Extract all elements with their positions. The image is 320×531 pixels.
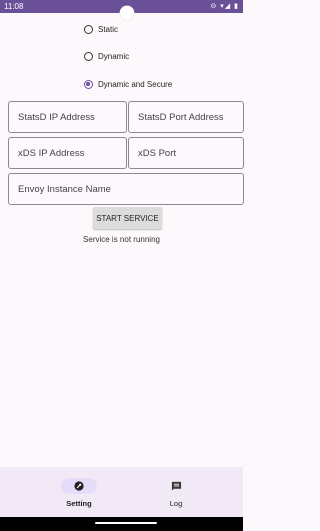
home-indicator[interactable] — [95, 522, 157, 524]
xds-port-field[interactable]: xDS Port — [128, 137, 244, 169]
statsd-port-placeholder: StatsD Port Address — [138, 111, 224, 123]
xds-port-placeholder: xDS Port — [138, 147, 177, 159]
statsd-ip-field[interactable]: StatsD IP Address — [8, 101, 127, 133]
service-status-text: Service is not running — [83, 235, 160, 244]
radio-static[interactable]: Static — [84, 22, 118, 36]
start-service-button[interactable]: START SERVICE — [93, 207, 162, 229]
envoy-name-field[interactable]: Envoy Instance Name — [8, 173, 244, 205]
radio-dynamic-secure[interactable]: Dynamic and Secure — [84, 77, 172, 91]
nav-indicator — [158, 478, 194, 494]
xds-ip-placeholder: xDS IP Address — [18, 147, 85, 159]
message-icon — [171, 481, 181, 491]
radio-label: Dynamic and Secure — [98, 79, 173, 89]
nav-indicator — [61, 478, 97, 494]
envoy-name-placeholder: Envoy Instance Name — [18, 183, 111, 195]
nav-label: Log — [169, 499, 183, 508]
xds-ip-field[interactable]: xDS IP Address — [8, 137, 127, 169]
statsd-port-field[interactable]: StatsD Port Address — [128, 101, 244, 133]
radio-label: Dynamic — [98, 51, 130, 61]
gesture-bar — [0, 517, 243, 531]
camera-cutout — [120, 6, 134, 20]
radio-dynamic[interactable]: Dynamic — [84, 49, 129, 63]
nav-label: Setting — [66, 499, 92, 508]
statsd-ip-placeholder: StatsD IP Address — [18, 111, 95, 123]
nav-item-setting[interactable]: Setting — [49, 467, 109, 517]
status-time: 11:08 — [4, 2, 24, 11]
wrench-icon — [74, 481, 84, 491]
radio-button-selected-icon — [84, 79, 93, 89]
radio-button-icon — [84, 24, 93, 34]
radio-label: Static — [98, 24, 119, 34]
status-icons: ⊝ ▾◢ ▮ — [210, 3, 239, 10]
nav-item-log[interactable]: Log — [146, 467, 206, 517]
radio-button-icon — [84, 51, 93, 61]
bottom-navigation: Setting Log — [0, 467, 243, 517]
